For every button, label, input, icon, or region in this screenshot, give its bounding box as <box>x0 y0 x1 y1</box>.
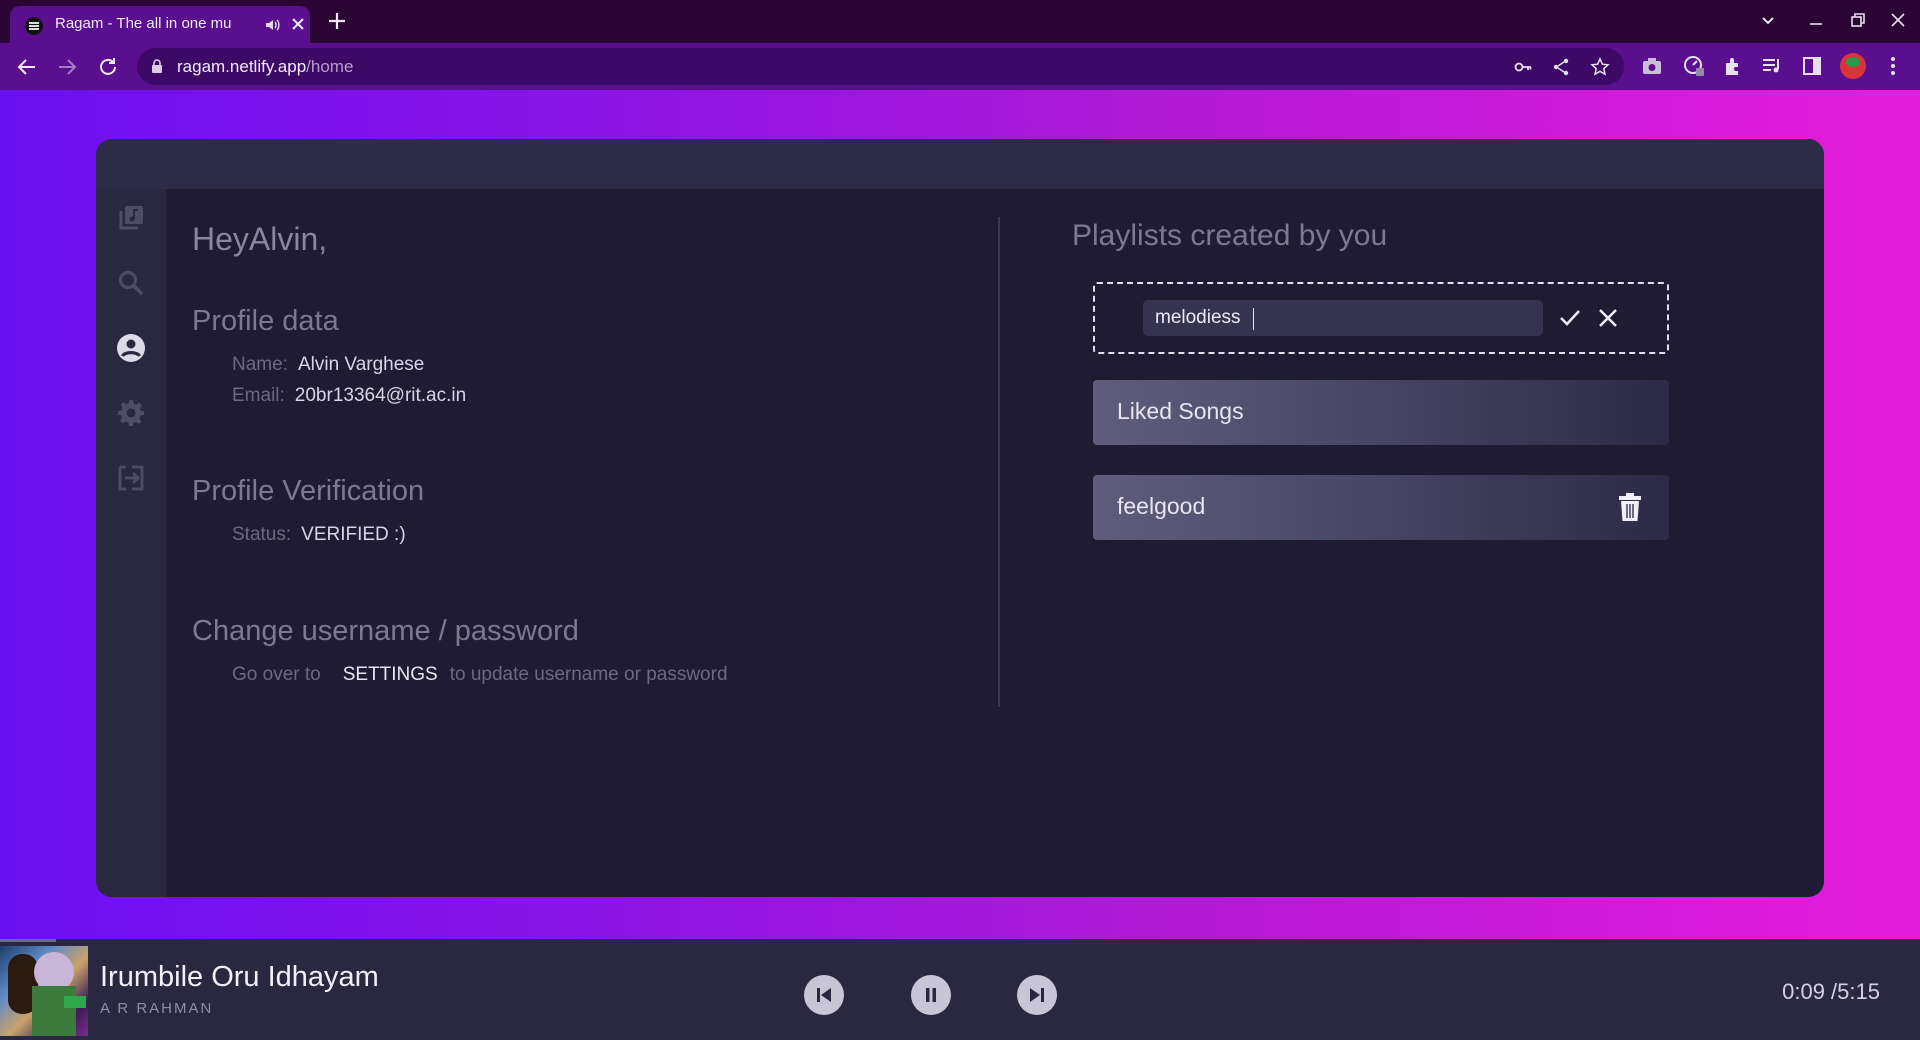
speaker-icon[interactable] <box>264 16 282 34</box>
sidebar <box>96 189 166 897</box>
section-divider <box>998 217 1000 707</box>
address-bar[interactable]: ragam.netlify.app/home <box>137 48 1624 85</box>
gear-icon[interactable] <box>116 398 146 428</box>
previous-button[interactable] <box>804 975 844 1015</box>
music-library-icon[interactable] <box>116 203 146 233</box>
name-row: Name: Alvin Varghese <box>232 354 424 376</box>
confirm-check-icon[interactable] <box>1557 305 1583 331</box>
app-card: HeyAlvin, Profile data Name: Alvin Varghe… <box>96 139 1824 897</box>
logout-icon[interactable] <box>116 463 146 493</box>
profile-data-heading: Profile data <box>192 305 339 337</box>
playlist-item-liked-songs[interactable]: Liked Songs <box>1093 380 1669 445</box>
profile-avatar[interactable] <box>1840 53 1866 79</box>
new-tab-icon[interactable] <box>326 10 348 32</box>
minimize-icon[interactable] <box>1806 10 1826 30</box>
status-row: Status: VERIFIED :) <box>232 524 406 546</box>
email-value: 20br13364@rit.ac.in <box>294 385 467 406</box>
status-label: Status: <box>232 524 292 545</box>
delete-trash-icon[interactable] <box>1618 493 1642 521</box>
bookmark-star-icon[interactable] <box>1590 57 1610 77</box>
close-tab-icon[interactable] <box>290 16 306 32</box>
tab-search-icon[interactable] <box>1758 10 1778 30</box>
tab-title: Ragam - The all in one mu <box>55 15 232 32</box>
side-panel-icon[interactable] <box>1801 55 1823 77</box>
skip-next-icon <box>1030 988 1044 1002</box>
settings-hint-row: Go over to SETTINGS to update username or … <box>232 664 738 686</box>
browser-tab[interactable]: Ragam - The all in one mu <box>10 6 310 43</box>
skip-previous-icon <box>817 988 831 1002</box>
extensions-puzzle-icon[interactable] <box>1722 55 1744 77</box>
song-artist: A R RAHMAN <box>100 1000 214 1017</box>
pause-button[interactable] <box>911 975 951 1015</box>
player-bar: Irumbile Oru Idhayam A R RAHMAN 0:09 /5:… <box>0 939 1920 1040</box>
playlist-item-feelgood[interactable]: feelgood <box>1093 475 1669 540</box>
spotify-favicon-icon <box>25 17 43 35</box>
settings-link[interactable]: SETTINGS <box>343 664 438 685</box>
change-credentials-heading: Change username / password <box>192 615 579 647</box>
cancel-close-icon[interactable] <box>1595 305 1621 331</box>
next-button[interactable] <box>1017 975 1057 1015</box>
settings-hint-suffix: to update username or password <box>449 664 728 685</box>
search-icon[interactable] <box>116 268 146 298</box>
playlist-name: Liked Songs <box>1117 398 1244 424</box>
new-playlist-input[interactable] <box>1143 300 1543 336</box>
account-circle-icon[interactable] <box>116 333 146 363</box>
profile-main-panel: HeyAlvin, Profile data Name: Alvin Varghe… <box>166 189 1824 897</box>
speed-extension-icon[interactable] <box>1683 55 1705 77</box>
playlist-name: feelgood <box>1117 493 1206 519</box>
pause-icon <box>926 988 936 1002</box>
page-title: HeyAlvin, <box>192 221 328 257</box>
email-row: Email: 20br13364@rit.ac.in <box>232 385 466 407</box>
key-icon[interactable] <box>1513 57 1533 77</box>
back-icon[interactable] <box>15 55 39 79</box>
playlists-heading: Playlists created by you <box>1072 219 1388 252</box>
reload-icon[interactable] <box>96 55 120 79</box>
media-queue-icon[interactable] <box>1761 55 1783 77</box>
verification-heading: Profile Verification <box>192 475 425 507</box>
album-cover <box>0 946 88 1036</box>
browser-toolbar: ragam.netlify.app/home <box>0 43 1920 90</box>
settings-hint-prefix: Go over to <box>232 664 321 685</box>
lock-icon[interactable] <box>151 59 163 73</box>
kebab-menu-icon[interactable] <box>1882 55 1904 77</box>
close-window-icon[interactable] <box>1888 10 1908 30</box>
app-background: HeyAlvin, Profile data Name: Alvin Varghe… <box>0 90 1920 939</box>
progress-track[interactable] <box>0 939 1920 942</box>
forward-icon[interactable] <box>55 55 79 79</box>
status-value: VERIFIED :) <box>301 524 406 545</box>
email-label: Email: <box>232 385 285 406</box>
new-playlist-form <box>1093 282 1669 354</box>
cover-art-shape <box>64 996 86 1008</box>
cover-art-shape <box>32 986 76 1036</box>
avatar-face-icon <box>1846 57 1860 67</box>
progress-fill <box>0 939 56 942</box>
url-host: ragam.netlify.app <box>177 57 307 76</box>
name-value: Alvin Varghese <box>297 354 425 375</box>
text-caret <box>1253 308 1254 330</box>
share-icon[interactable] <box>1551 57 1571 77</box>
song-title: Irumbile Oru Idhayam <box>100 961 379 993</box>
url-path: /home <box>306 57 354 76</box>
camera-extension-icon[interactable] <box>1641 55 1663 77</box>
playback-time: 0:09 /5:15 <box>1782 979 1880 1004</box>
card-header-bar <box>96 139 1824 189</box>
restore-icon[interactable] <box>1848 10 1868 30</box>
name-label: Name: <box>232 354 288 375</box>
url-text: ragam.netlify.app/home <box>177 57 353 77</box>
browser-tab-strip: Ragam - The all in one mu <box>0 0 1920 43</box>
